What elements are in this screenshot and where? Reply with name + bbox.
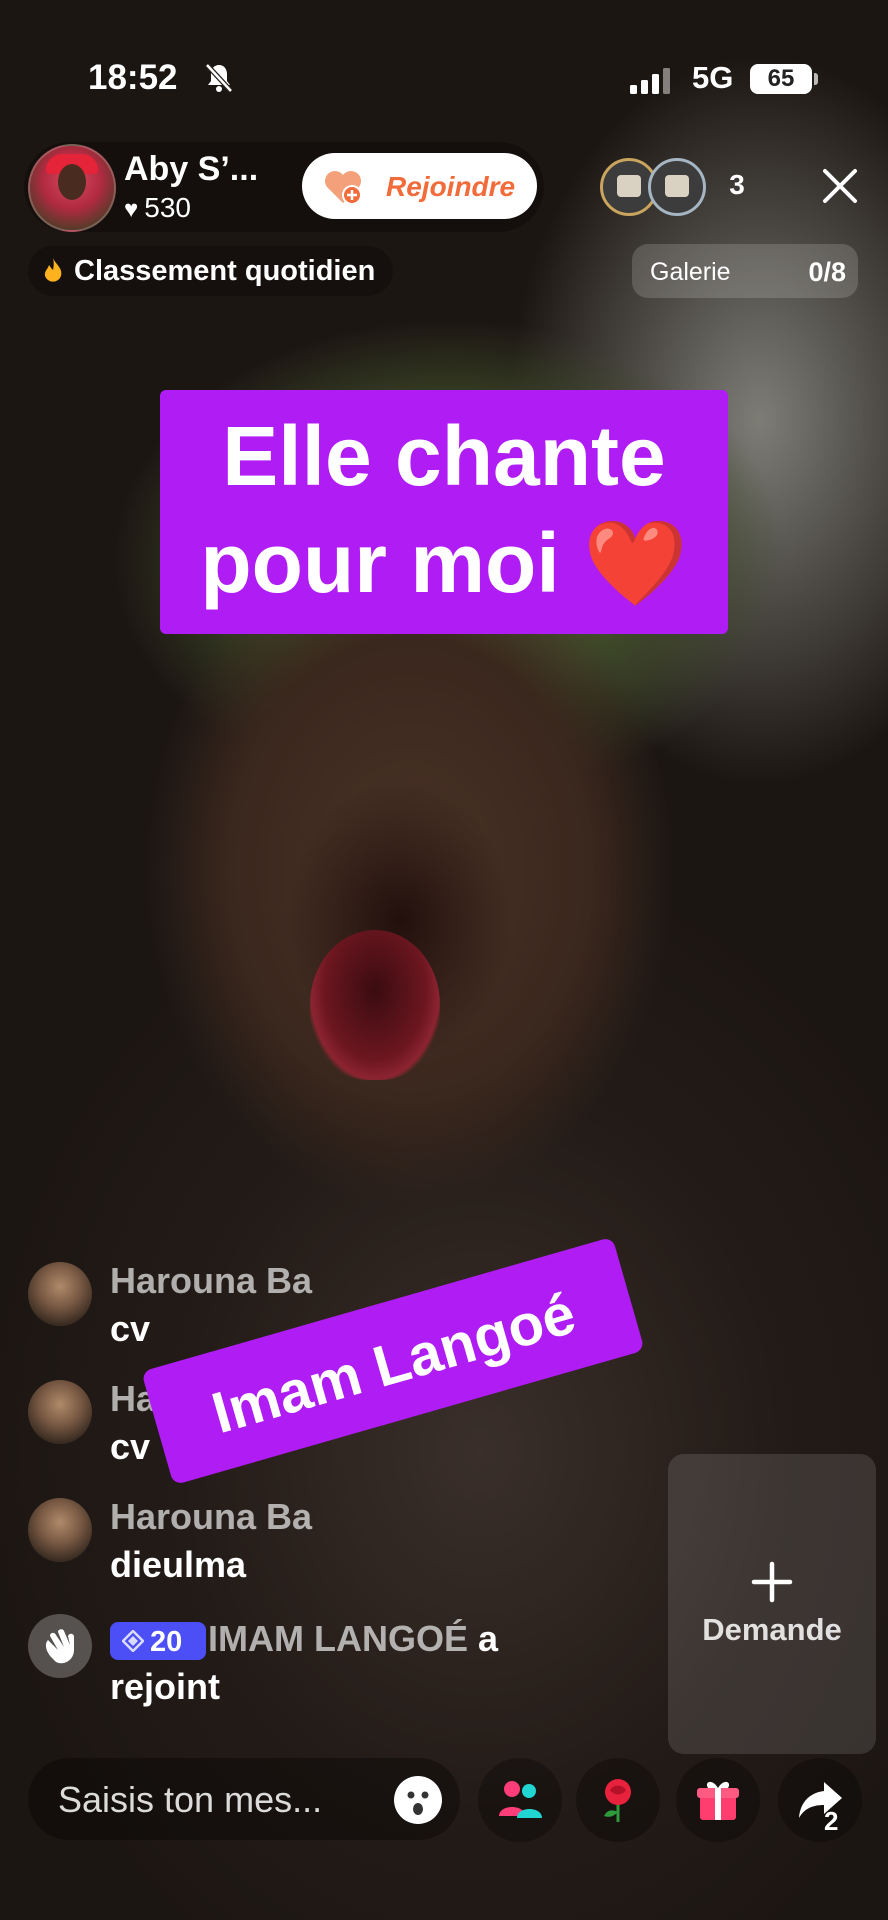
flame-icon xyxy=(44,258,62,282)
viewer-avatar-2[interactable] xyxy=(648,158,706,216)
plus-icon xyxy=(751,1561,793,1603)
network-type: 5G xyxy=(692,60,734,95)
join-event-line2: rejoint xyxy=(110,1666,221,1707)
close-icon[interactable] xyxy=(820,166,860,206)
comment-author[interactable]: Harouna Ba xyxy=(110,1496,312,1538)
join-heart-icon xyxy=(325,171,362,205)
join-event-user[interactable]: IMAM LANGOÉ xyxy=(208,1618,468,1659)
share-button[interactable] xyxy=(778,1758,862,1842)
viewer-count[interactable]: 3 xyxy=(722,156,752,214)
join-event-line1: IMAM LANGOÉ a xyxy=(208,1618,498,1660)
avatar-face xyxy=(58,164,86,200)
message-placeholder: Saisis ton mes... xyxy=(58,1779,323,1820)
host-avatar[interactable] xyxy=(28,144,116,232)
gift-button[interactable] xyxy=(676,1758,760,1842)
join-label: Rejoindre xyxy=(386,171,516,202)
gallery-button[interactable]: Galerie 0/8 xyxy=(632,244,858,298)
daily-ranking-label: Classement quotidien xyxy=(74,254,376,287)
join-event-suffix: a xyxy=(478,1618,499,1659)
request-label: Demande xyxy=(702,1612,842,1647)
bell-off-icon xyxy=(205,63,233,93)
message-input[interactable]: Saisis ton mes... xyxy=(28,1758,460,1840)
comment-avatar[interactable] xyxy=(28,1380,92,1444)
guests-icon xyxy=(499,1781,542,1818)
signal-icon xyxy=(630,68,670,94)
comment-avatar[interactable] xyxy=(28,1262,92,1326)
share-count: 2 xyxy=(824,1806,839,1836)
battery-indicator: 65 xyxy=(750,64,812,94)
caption-main-line2: pour moi ❤️ xyxy=(200,516,688,610)
join-button[interactable]: Rejoindre xyxy=(302,153,537,219)
request-button[interactable]: Demande xyxy=(668,1454,876,1754)
comment-text: cv xyxy=(110,1308,151,1349)
host-name[interactable]: Aby S’... xyxy=(124,150,258,189)
rose-icon xyxy=(604,1779,631,1822)
daily-ranking-button[interactable]: Classement quotidien xyxy=(28,246,394,296)
status-bar: 18:52 5G 65 xyxy=(0,58,888,108)
heart-icon: ♥ xyxy=(124,196,139,223)
battery-tip xyxy=(814,73,818,85)
comment-avatar[interactable] xyxy=(28,1498,92,1562)
diamond-icon xyxy=(122,1630,144,1652)
status-time: 18:52 xyxy=(88,58,178,97)
comment-author[interactable]: Harouna Ba xyxy=(110,1260,312,1302)
gift-icon xyxy=(697,1781,739,1820)
gallery-label: Galerie xyxy=(650,258,731,286)
video-subject xyxy=(310,930,440,1080)
seat-icon xyxy=(617,175,641,197)
guests-button[interactable] xyxy=(478,1758,562,1842)
user-level: 20 xyxy=(150,1626,183,1658)
seat-icon xyxy=(665,175,689,197)
caption-main-line1: Elle chante xyxy=(222,409,666,503)
comment-text: cv xyxy=(110,1426,151,1467)
rose-button[interactable] xyxy=(576,1758,660,1842)
gallery-count: 0/8 xyxy=(808,257,846,287)
user-level-badge: 20 xyxy=(110,1622,206,1660)
host-likes: ♥ 530 xyxy=(124,192,191,224)
emoji-icon[interactable] xyxy=(392,1774,444,1826)
wave-icon[interactable] xyxy=(28,1614,92,1678)
caption-main: Elle chante pour moi ❤️ xyxy=(160,390,728,634)
host-likes-count: 530 xyxy=(144,192,191,223)
comment-text: dieulma xyxy=(110,1544,247,1585)
